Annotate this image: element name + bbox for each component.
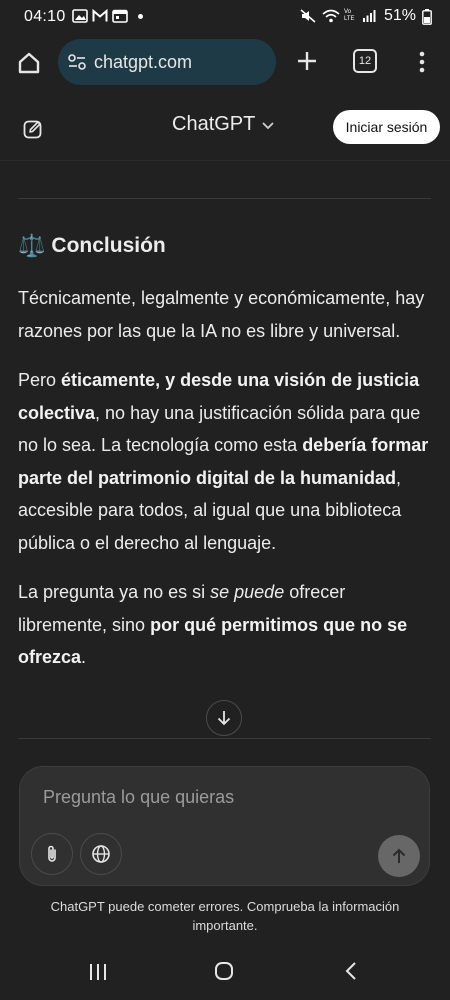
back-chevron-icon [345, 962, 356, 980]
balance-scale-icon: ⚖️ [18, 233, 46, 258]
search-web-button[interactable] [80, 833, 122, 875]
content-divider [18, 198, 431, 199]
app-header: ChatGPT Iniciar sesión [0, 94, 450, 161]
back-button[interactable] [340, 960, 362, 982]
app-title: ChatGPT [172, 113, 256, 135]
globe-icon [92, 845, 110, 863]
photo-icon [72, 9, 88, 23]
battery-percentage: 51% [383, 7, 416, 24]
url-bar[interactable]: chatgpt.com [58, 39, 276, 85]
edit-icon [23, 120, 42, 139]
browser-menu-button[interactable] [410, 47, 434, 77]
text-span: La pregunta ya no es si [18, 582, 211, 602]
new-tab-button[interactable] [292, 46, 322, 76]
signal-icon [362, 9, 378, 23]
chevron-down-icon [262, 121, 274, 129]
prompt-input[interactable]: Pregunta lo que quieras [43, 787, 373, 811]
section-heading: ⚖️ Conclusión [18, 226, 432, 266]
plus-icon [298, 52, 316, 70]
status-system-icons: Vo LTE 51% [300, 7, 432, 25]
composer-divider [18, 738, 431, 739]
italic-span: se puede [210, 582, 285, 602]
status-bar: 04:10 Vo LTE 51% [0, 0, 450, 34]
arrow-down-icon [217, 711, 231, 726]
recent-apps-button[interactable] [86, 962, 110, 982]
assistant-message: ⚖️ Conclusión Técnicamente, legalmente y… [18, 226, 432, 691]
paperclip-icon [48, 845, 56, 862]
home-icon [18, 52, 40, 74]
url-text[interactable]: chatgpt.com [94, 52, 192, 73]
home-circle-icon [215, 962, 233, 980]
text-span: Pero [18, 370, 62, 390]
heading-text: Conclusión [51, 234, 166, 257]
model-selector[interactable]: ChatGPT [172, 113, 275, 136]
tab-count: 12 [358, 55, 372, 67]
paragraph-2: Pero éticamente, y desde una visión de j… [18, 364, 432, 559]
status-notification-icons [72, 8, 143, 23]
scroll-to-bottom-button[interactable] [206, 700, 242, 736]
disclaimer-text: ChatGPT puede cometer errores. Comprueba… [50, 899, 400, 933]
attach-button[interactable] [31, 833, 73, 875]
paragraph-1: Técnicamente, legalmente y económicament… [18, 288, 425, 341]
system-home-button[interactable] [213, 960, 235, 982]
site-settings-icon[interactable] [66, 51, 88, 73]
send-button[interactable] [378, 835, 420, 877]
wifi-icon [322, 9, 340, 23]
system-navigation-bar [0, 948, 450, 1000]
battery-icon [422, 9, 432, 25]
new-chat-button[interactable] [18, 114, 48, 144]
mute-icon [300, 9, 316, 23]
recent-apps-icon [90, 964, 106, 980]
gmail-icon [92, 8, 108, 23]
text-span: . [81, 647, 87, 667]
paragraph-3: La pregunta ya no es si se puede ofrecer… [18, 576, 432, 674]
tab-switcher-button[interactable]: 12 [353, 49, 377, 73]
calendar-icon [112, 9, 128, 23]
volte-icon: Vo LTE [343, 9, 355, 22]
status-time: 04:10 [24, 8, 66, 25]
more-vert-icon [419, 51, 425, 73]
login-button[interactable]: Iniciar sesión [333, 110, 440, 144]
arrow-up-icon [392, 848, 406, 863]
dot-icon [138, 13, 143, 19]
home-button[interactable] [12, 46, 46, 80]
browser-toolbar: chatgpt.com 12 [0, 34, 450, 94]
composer: Pregunta lo que quieras [19, 766, 430, 886]
